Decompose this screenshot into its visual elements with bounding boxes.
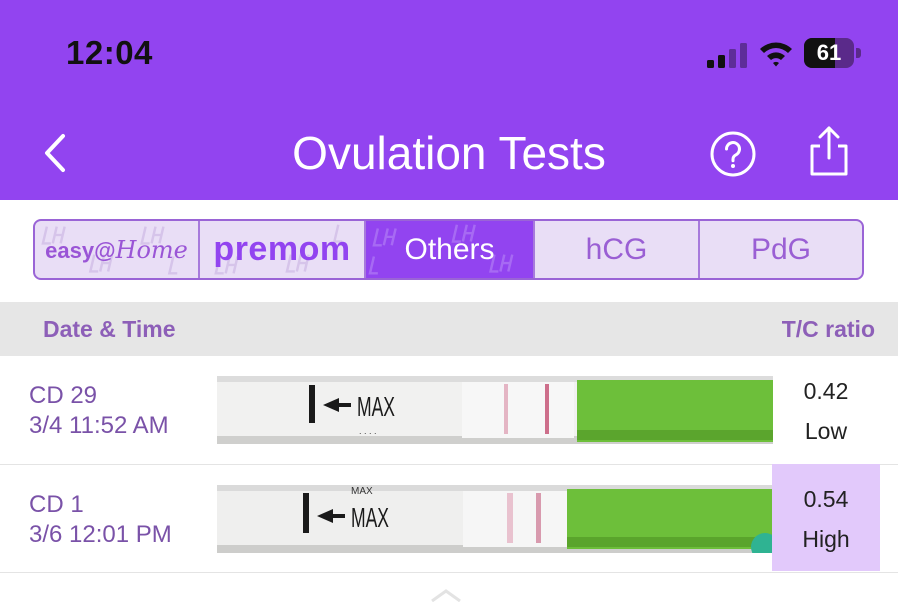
list-header: Date & Time T/C ratio	[0, 302, 898, 356]
page-title: Ovulation Tests	[292, 127, 606, 179]
easy-home-logo-part1: easy@	[45, 237, 116, 263]
strip-label: MAX	[357, 391, 395, 422]
help-button[interactable]	[709, 130, 757, 178]
test-datetime: 3/4 11:52 AM	[29, 412, 169, 439]
battery-icon: 61	[804, 38, 862, 68]
column-header-date-time: Date & Time	[43, 316, 176, 342]
tab-hcg[interactable]: hCG	[535, 221, 700, 278]
tab-others-label: Others	[404, 232, 495, 266]
battery-percentage: 61	[816, 40, 842, 65]
tc-ratio-level: Low	[804, 418, 848, 444]
svg-text:. . . .: . . . .	[359, 426, 377, 436]
strip-label: MAX	[351, 502, 389, 533]
status-time: 12:04	[66, 34, 153, 71]
tab-easy-home[interactable]: easy@Home	[35, 221, 200, 278]
app-header: 12:04 61 Ovulation Tests	[0, 0, 898, 200]
wifi-icon	[760, 42, 792, 67]
cellular-signal-icon	[707, 43, 747, 68]
test-strip-image: MAX . . . .	[217, 376, 773, 444]
share-button[interactable]	[804, 124, 852, 178]
cycle-day: CD 1	[29, 491, 84, 518]
tab-pdg[interactable]: PdG	[700, 221, 862, 278]
cycle-day: CD 29	[29, 382, 98, 409]
tc-ratio-level: High	[802, 526, 850, 552]
tab-premom[interactable]: premom	[200, 221, 366, 278]
tab-pdg-label: PdG	[750, 232, 812, 266]
tc-ratio-value: 0.54	[803, 486, 849, 512]
easy-home-logo-part2: Home	[115, 235, 188, 264]
column-header-tc-ratio: T/C ratio	[781, 316, 875, 342]
test-row[interactable]: CD 29 3/4 11:52 AM MAX . . . . 0.42 Low	[0, 356, 898, 465]
tab-others[interactable]: Others	[366, 221, 535, 278]
test-row[interactable]: CD 1 3/6 12:01 PM MAX MAX 0.54 High	[0, 464, 898, 573]
svg-text:MAX: MAX	[351, 486, 373, 497]
tc-ratio-cell: 0.42 Low	[772, 356, 880, 463]
premom-logo: premom	[213, 230, 351, 268]
easy-home-logo: easy@Home	[45, 236, 188, 264]
tc-ratio-value: 0.42	[803, 378, 849, 404]
tab-hcg-label: hCG	[585, 232, 648, 266]
test-datetime: 3/6 12:01 PM	[29, 521, 172, 548]
tc-ratio-cell-highlighted: 0.54 High	[772, 464, 880, 571]
brand-tab-bar: easy@Home premom Others hCG PdG	[33, 219, 864, 280]
test-strip-image: MAX MAX	[217, 485, 773, 553]
